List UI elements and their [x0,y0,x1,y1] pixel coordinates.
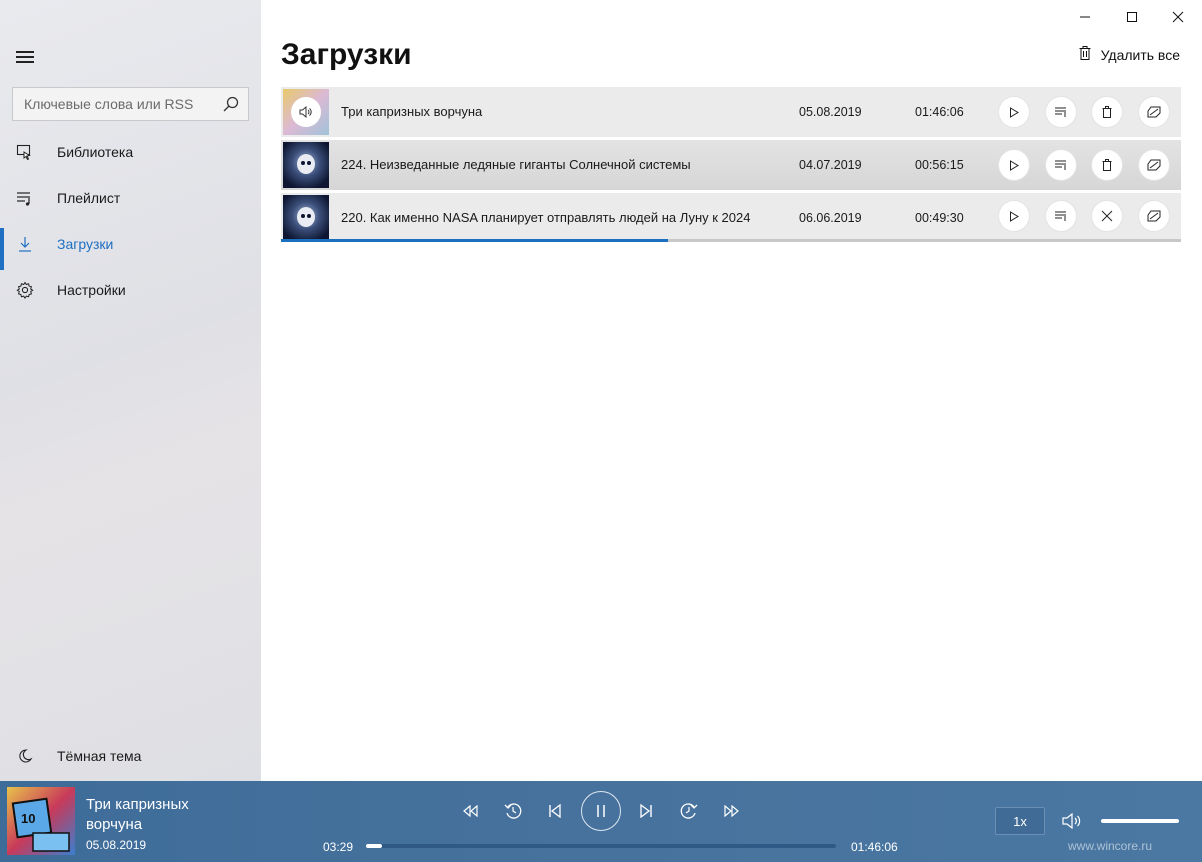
episode-duration: 00:56:15 [915,158,964,172]
sidebar-item-label: Плейлист [57,190,121,206]
play-button[interactable] [999,97,1029,127]
minimize-icon[interactable] [1074,6,1096,28]
gear-icon [15,280,35,300]
sidebar-item-label: Загрузки [57,236,114,252]
episode-date: 04.07.2019 [799,158,862,172]
hamburger-menu-icon[interactable] [16,51,34,63]
library-icon [15,142,35,162]
add-to-playlist-button[interactable] [1046,201,1076,231]
delete-button[interactable] [1092,150,1122,180]
page-title: Загрузки [281,38,412,71]
now-playing-title: Три капризных ворчуна [86,796,189,833]
volume-slider-fill [1101,819,1179,823]
trash-icon [1079,46,1091,63]
mark-played-button[interactable] [1139,201,1169,231]
play-button[interactable] [999,150,1029,180]
download-icon [15,234,35,254]
episode-title: Три капризных ворчуна [341,104,483,119]
add-to-playlist-button[interactable] [1046,97,1076,127]
svg-text:10: 10 [21,811,35,826]
download-row[interactable]: 224. Неизведанные ледяные гиганты Солнеч… [281,140,1181,190]
episode-duration: 01:46:06 [915,105,964,119]
sidebar: Библиотека Плейлист Загрузки Настройки Т… [0,0,261,781]
elapsed-time: 03:29 [323,840,354,854]
volume-icon[interactable] [1060,809,1084,833]
episode-title: 224. Неизведанные ледяные гиганты Солнеч… [341,157,691,172]
now-playing-cover[interactable]: 10 [7,787,75,855]
now-playing-date: 05.08.2019 [86,838,147,852]
player-bar: 10 Три капризных ворчуна 05.08.2019 03:2… [0,781,1202,862]
download-progress-bar [281,239,1181,242]
rewind-icon[interactable] [459,799,483,823]
search-box [12,87,249,121]
episode-thumbnail [283,195,329,241]
dark-theme-toggle[interactable]: Тёмная тема [0,736,261,776]
download-row[interactable]: 220. Как именно NASA планирует отправлят… [281,193,1181,241]
sidebar-item-library[interactable]: Библиотека [0,132,261,172]
volume-slider[interactable] [1101,819,1179,823]
moon-icon [15,746,35,766]
sidebar-item-settings[interactable]: Настройки [0,270,261,310]
dark-theme-label: Тёмная тема [57,748,142,764]
play-button[interactable] [999,201,1029,231]
download-progress-fill [281,239,668,242]
sidebar-item-playlist[interactable]: Плейлист [0,178,261,218]
delete-all-button[interactable]: Удалить все [1079,46,1180,63]
seek-slider[interactable] [366,844,836,848]
total-time: 01:46:06 [851,840,898,854]
episode-date: 05.08.2019 [799,105,862,119]
search-input[interactable] [13,88,203,120]
playlist-icon [15,188,35,208]
sidebar-item-label: Настройки [57,282,126,298]
episode-title: 220. Как именно NASA планирует отправлят… [341,210,751,225]
episode-date: 06.06.2019 [799,211,862,225]
now-playing-icon [291,97,321,127]
maximize-icon[interactable] [1121,6,1143,28]
playback-speed-button[interactable]: 1x [995,807,1045,835]
sidebar-item-downloads[interactable]: Загрузки [0,224,261,270]
mark-played-button[interactable] [1139,97,1169,127]
skip-forward-icon[interactable] [677,799,701,823]
episode-duration: 00:49:30 [915,211,964,225]
episode-thumbnail [283,142,329,188]
close-icon[interactable] [1167,6,1189,28]
fast-forward-icon[interactable] [719,799,743,823]
cancel-download-button[interactable] [1092,201,1122,231]
episode-thumbnail [283,89,329,135]
previous-icon[interactable] [543,799,567,823]
next-icon[interactable] [634,799,658,823]
delete-button[interactable] [1092,97,1122,127]
sidebar-item-label: Библиотека [57,144,134,160]
search-icon[interactable] [222,95,240,113]
delete-all-label: Удалить все [1100,46,1180,63]
seek-slider-fill [366,844,382,848]
add-to-playlist-button[interactable] [1046,150,1076,180]
download-row[interactable]: Три капризных ворчуна 05.08.2019 01:46:0… [281,87,1181,137]
watermark-text: www.wincore.ru [1068,839,1153,853]
pause-button[interactable] [581,791,621,831]
skip-back-icon[interactable] [501,799,525,823]
mark-played-button[interactable] [1139,150,1169,180]
